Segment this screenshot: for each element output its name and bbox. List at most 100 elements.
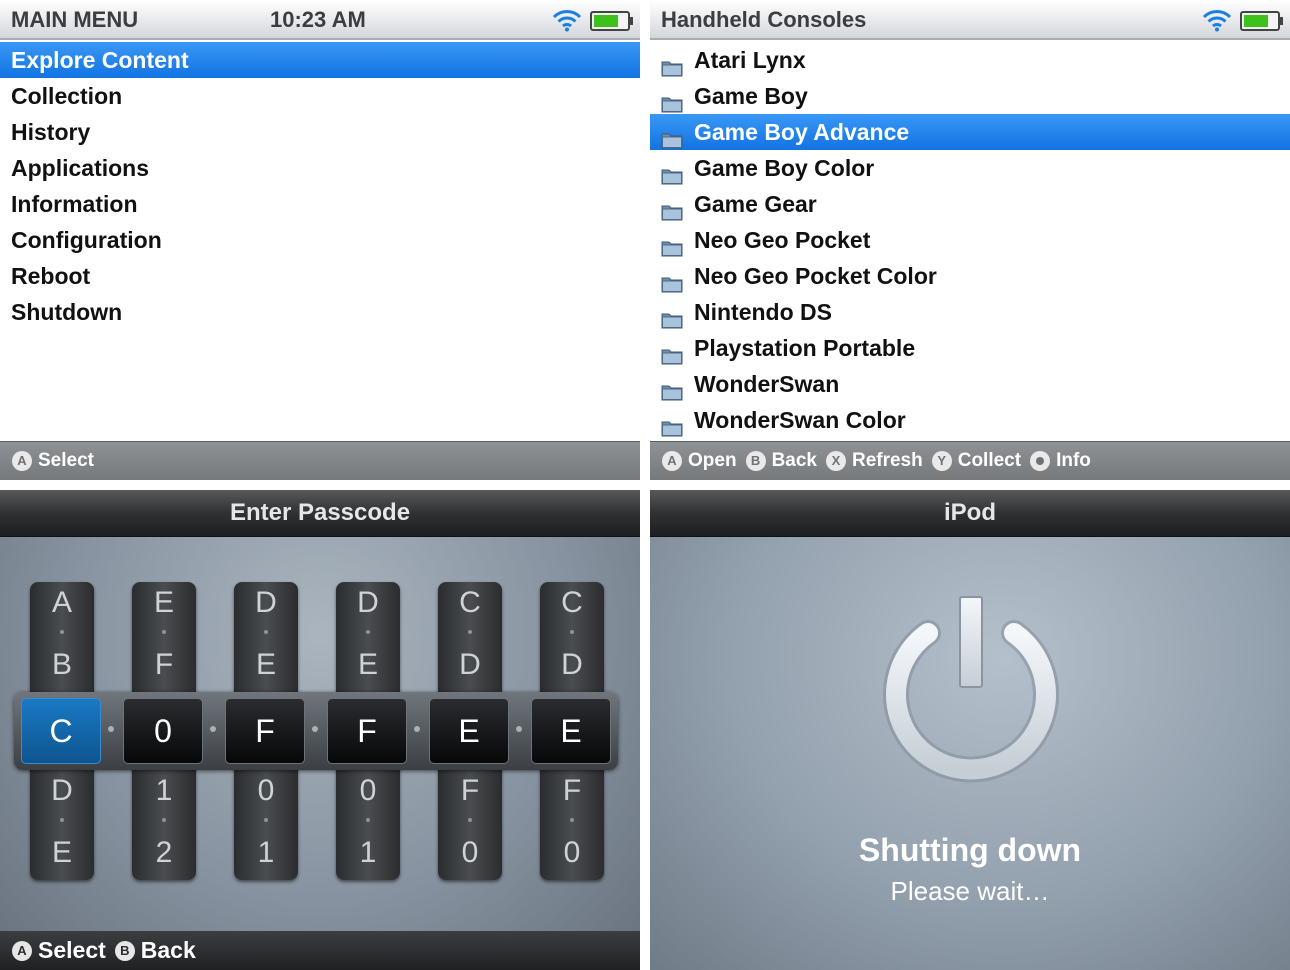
hint-open: A Open <box>662 450 737 472</box>
wheel-digit: D <box>51 774 73 807</box>
wheel-separator-dot <box>366 818 370 822</box>
wheel-separator-dot <box>162 818 166 822</box>
power-icon <box>883 596 1059 783</box>
folder-icon <box>661 195 683 221</box>
folder-item[interactable]: Game Boy Advance <box>650 114 1290 150</box>
digit-separator <box>414 726 420 732</box>
menu-item-label: Explore Content <box>11 47 189 73</box>
menu-item-label: Collection <box>11 83 123 109</box>
folder-item[interactable]: Game Gear <box>650 186 1290 222</box>
folder-icon <box>661 123 683 149</box>
passcode-digit[interactable]: E <box>429 698 509 764</box>
shutdown-screen: iPod Shutting down Please wait… <box>650 490 1290 970</box>
a-button-icon: A <box>12 451 32 471</box>
menu-item[interactable]: Collection <box>0 78 640 114</box>
menu-item[interactable]: Applications <box>0 150 640 186</box>
wifi-icon <box>1202 10 1232 32</box>
wheel-digit: 1 <box>359 836 377 869</box>
menu-item[interactable]: Shutdown <box>0 294 640 330</box>
status-title: Shutting down <box>858 832 1082 868</box>
hint-back: B Back <box>114 937 196 964</box>
console-list: Atari Lynx Game Boy Game Boy Advance Game B… <box>650 42 1290 438</box>
status-bar: MAIN MENU 10:23 AM <box>0 0 640 40</box>
folder-item[interactable]: Game Boy Color <box>650 150 1290 186</box>
wheel-separator-dot <box>468 630 472 634</box>
wheel-digit: B <box>51 648 72 681</box>
status-bar: Handheld Consoles <box>650 0 1290 40</box>
passcode-digit-active[interactable]: C <box>21 698 101 764</box>
menu-item[interactable]: Information <box>0 186 640 222</box>
folder-icon <box>661 267 683 293</box>
wheel-digit: 0 <box>461 836 479 869</box>
x-button-icon: X <box>825 451 846 471</box>
hint-select: A Select <box>12 450 94 472</box>
folder-item-label: Game Boy <box>694 83 808 109</box>
y-button-icon: Y <box>931 451 952 471</box>
wheel-digit: 2 <box>155 836 173 869</box>
digit-separator <box>210 726 216 732</box>
digit-separator <box>516 726 522 732</box>
folder-icon <box>661 339 683 365</box>
wheel-separator-dot <box>366 630 370 634</box>
menu-item[interactable]: History <box>0 114 640 150</box>
folder-icon <box>661 87 683 113</box>
menu-item[interactable]: Configuration <box>0 222 640 258</box>
folder-item[interactable]: WonderSwan Color <box>650 402 1290 438</box>
footer-hints: A Open B Back X Refresh Y Collect Info <box>650 441 1290 480</box>
menu-item-label: Reboot <box>11 263 91 289</box>
folder-item[interactable]: Atari Lynx <box>650 42 1290 78</box>
wheel-digit: 1 <box>155 774 173 807</box>
consoles-screen: Handheld Consoles Atari Lynx Game Boy Game… <box>650 0 1290 480</box>
folder-item[interactable]: Neo Geo Pocket <box>650 222 1290 258</box>
digit-separator <box>108 726 114 732</box>
screen-title: MAIN MENU <box>11 7 139 32</box>
folder-item[interactable]: Neo Geo Pocket Color <box>650 258 1290 294</box>
folder-icon <box>661 159 683 185</box>
menu-item-label: Shutdown <box>11 299 123 325</box>
passcode-digit[interactable]: F <box>225 698 305 764</box>
wheel-digit: 0 <box>257 774 275 807</box>
menu-item-label: History <box>11 119 91 145</box>
passcode-digit[interactable]: E <box>531 698 611 764</box>
main-menu-list: Explore Content Collection History Applicat… <box>0 42 640 330</box>
passcode-screen: Enter Passcode ABDEEF12DE01DE01CDF0CDF0C… <box>0 490 640 970</box>
dot-button-icon <box>1030 451 1051 471</box>
hint-refresh: X Refresh <box>825 450 923 472</box>
wheel-digit: F <box>154 648 174 681</box>
menu-item-label: Information <box>11 191 138 217</box>
menu-item[interactable]: Reboot <box>0 258 640 294</box>
folder-icon <box>661 231 683 257</box>
passcode-digit[interactable]: 0 <box>123 698 203 764</box>
folder-item-label: Game Boy Advance <box>694 119 910 145</box>
folder-item-label: Game Boy Color <box>694 155 875 181</box>
wheel-separator-dot <box>468 818 472 822</box>
passcode-digit[interactable]: F <box>327 698 407 764</box>
wheel-digit: F <box>460 774 480 807</box>
folder-item-label: Neo Geo Pocket Color <box>694 263 937 289</box>
wifi-icon <box>552 10 582 32</box>
wheel-digit: D <box>561 648 583 681</box>
wheel-digit: D <box>357 586 379 619</box>
b-button-icon: B <box>114 940 135 961</box>
menu-item[interactable]: Explore Content <box>0 42 640 78</box>
folder-item[interactable]: Game Boy <box>650 78 1290 114</box>
folder-item-label: Game Gear <box>694 191 817 217</box>
wheel-digit: E <box>357 648 378 681</box>
a-button-icon: A <box>662 451 682 471</box>
folder-item[interactable]: WonderSwan <box>650 366 1290 402</box>
screen-title: Handheld Consoles <box>661 7 867 32</box>
wheel-digit: C <box>561 586 583 619</box>
hint-select: A Select <box>12 937 106 964</box>
battery-icon <box>1240 11 1283 31</box>
hint-label: Collect <box>957 450 1022 471</box>
wheel-separator-dot <box>162 630 166 634</box>
footer-hints: A Select B Back <box>0 931 640 970</box>
wheel-digit: E <box>255 648 276 681</box>
folder-icon <box>661 375 683 401</box>
hint-label: Info <box>1056 450 1091 471</box>
folder-item-label: Neo Geo Pocket <box>694 227 871 253</box>
folder-item[interactable]: Playstation Portable <box>650 330 1290 366</box>
folder-item-label: Atari Lynx <box>694 47 806 73</box>
wheel-separator-dot <box>264 818 268 822</box>
folder-item[interactable]: Nintendo DS <box>650 294 1290 330</box>
